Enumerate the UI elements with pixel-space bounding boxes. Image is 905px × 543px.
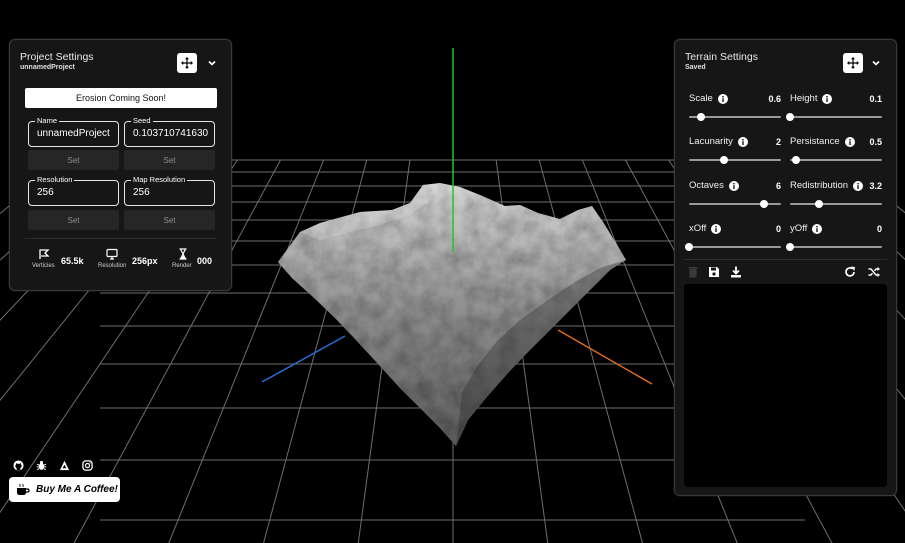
render-value: 000 bbox=[197, 256, 213, 266]
pen-tool-icon[interactable] bbox=[59, 460, 70, 471]
info-icon[interactable] bbox=[845, 137, 855, 147]
map-resolution-field[interactable]: Map Resolution 256 bbox=[124, 175, 215, 206]
x-axis-line bbox=[557, 329, 653, 385]
name-field-value: unnamedProject bbox=[37, 128, 110, 139]
xoff-slider-thumb[interactable] bbox=[685, 243, 693, 251]
xoff-value: 0 bbox=[775, 224, 781, 234]
seed-field-value: 0.103710741630 bbox=[133, 128, 209, 139]
terrain-settings-panel: Terrain Settings Saved Scale 0.6 Height 0.1… bbox=[674, 39, 897, 496]
name-field[interactable]: Name unnamedProject bbox=[28, 116, 119, 147]
save-icon[interactable] bbox=[708, 266, 720, 278]
move-icon bbox=[847, 57, 859, 69]
yoff-slider[interactable] bbox=[786, 243, 882, 251]
vertices-icon bbox=[39, 249, 50, 259]
seed-field-label: Seed bbox=[131, 116, 153, 126]
refresh-icon[interactable] bbox=[844, 266, 856, 278]
info-icon[interactable] bbox=[822, 94, 832, 104]
z-axis-line bbox=[261, 335, 346, 383]
trash-icon[interactable] bbox=[687, 266, 699, 278]
map-resolution-field-label: Map Resolution bbox=[131, 175, 188, 185]
lacunarity-slider[interactable] bbox=[689, 156, 781, 164]
vertices-caption: Verticies bbox=[32, 263, 55, 269]
set-resolution-button[interactable]: Set bbox=[28, 210, 119, 230]
drag-handle-button[interactable] bbox=[177, 53, 197, 73]
vertices-value: 65.5k bbox=[61, 256, 84, 266]
persistance-slider[interactable] bbox=[790, 156, 882, 164]
resolution-field[interactable]: Resolution 256 bbox=[28, 175, 119, 206]
xoff-label: xOff bbox=[689, 223, 707, 234]
buy-me-a-coffee-button[interactable]: Buy Me A Coffee! bbox=[9, 477, 120, 502]
render-caption: Render bbox=[172, 263, 192, 269]
erosion-button[interactable]: Erosion Coming Soon! bbox=[25, 88, 217, 108]
lacunarity-value: 2 bbox=[775, 137, 781, 147]
height-slider[interactable] bbox=[786, 113, 882, 121]
info-icon[interactable] bbox=[711, 224, 721, 234]
persistance-value: 0.5 bbox=[869, 137, 882, 147]
noise-map-preview bbox=[684, 284, 887, 487]
resolution-caption: Resolution bbox=[98, 263, 127, 269]
save-status: Saved bbox=[685, 64, 706, 71]
coffee-cup-icon bbox=[17, 483, 30, 495]
scale-slider-thumb[interactable] bbox=[696, 113, 705, 121]
drag-handle-button[interactable] bbox=[843, 53, 863, 73]
yoff-slider-thumb[interactable] bbox=[786, 243, 794, 251]
info-icon[interactable] bbox=[812, 224, 822, 234]
monitor-icon bbox=[106, 248, 118, 260]
redistribution-value: 3.2 bbox=[869, 181, 882, 191]
lacunarity-slider-thumb[interactable] bbox=[719, 156, 728, 164]
redistribution-slider-thumb[interactable] bbox=[814, 200, 823, 208]
scale-label: Scale bbox=[689, 93, 713, 104]
name-field-label: Name bbox=[35, 116, 60, 126]
octaves-label: Octaves bbox=[689, 180, 724, 191]
chevron-down-icon[interactable] bbox=[870, 57, 882, 69]
yoff-value: 0 bbox=[876, 224, 882, 234]
octaves-slider[interactable] bbox=[689, 200, 781, 208]
chevron-down-icon[interactable] bbox=[206, 57, 218, 69]
shuffle-icon[interactable] bbox=[868, 266, 880, 278]
seed-field[interactable]: Seed 0.103710741630 bbox=[124, 116, 215, 147]
bug-report-icon[interactable] bbox=[36, 460, 47, 471]
set-seed-button[interactable]: Set bbox=[124, 150, 215, 170]
height-value: 0.1 bbox=[869, 94, 882, 104]
scale-slider[interactable] bbox=[689, 113, 781, 121]
info-icon[interactable] bbox=[729, 181, 739, 191]
redistribution-label: Redistribution bbox=[790, 180, 849, 191]
octaves-slider-thumb[interactable] bbox=[760, 200, 769, 208]
persistance-slider-thumb[interactable] bbox=[792, 156, 801, 164]
github-icon[interactable] bbox=[13, 460, 24, 471]
scale-value: 0.6 bbox=[768, 94, 781, 104]
resolution-field-value: 256 bbox=[37, 187, 54, 198]
persistance-label: Persistance bbox=[790, 136, 840, 147]
resolution-stat-value: 256px bbox=[132, 256, 158, 266]
set-map-resolution-button[interactable]: Set bbox=[124, 210, 215, 230]
terrain-mesh bbox=[278, 183, 626, 446]
height-slider-thumb[interactable] bbox=[786, 113, 794, 121]
project-name-subtitle: unnamedProject bbox=[20, 64, 75, 71]
coffee-button-label: Buy Me A Coffee! bbox=[36, 484, 118, 495]
yoff-label: yOff bbox=[790, 223, 808, 234]
download-icon[interactable] bbox=[730, 266, 742, 278]
redistribution-slider[interactable] bbox=[790, 200, 882, 208]
instagram-icon[interactable] bbox=[82, 460, 93, 471]
set-name-button[interactable]: Set bbox=[28, 150, 119, 170]
xoff-slider[interactable] bbox=[685, 243, 781, 251]
project-settings-panel: Project Settings unnamedProject Erosion … bbox=[9, 39, 232, 291]
height-label: Height bbox=[790, 93, 818, 104]
panel-title: Project Settings bbox=[20, 51, 94, 63]
octaves-value: 6 bbox=[775, 181, 781, 191]
hourglass-icon bbox=[179, 248, 187, 260]
map-resolution-field-value: 256 bbox=[133, 187, 150, 198]
resolution-field-label: Resolution bbox=[35, 175, 75, 185]
lacunarity-label: Lacunarity bbox=[689, 136, 733, 147]
panel-title: Terrain Settings bbox=[685, 51, 758, 63]
info-icon[interactable] bbox=[738, 137, 748, 147]
divider bbox=[25, 238, 217, 239]
info-icon[interactable] bbox=[718, 94, 728, 104]
move-icon bbox=[181, 57, 193, 69]
divider bbox=[684, 259, 887, 260]
